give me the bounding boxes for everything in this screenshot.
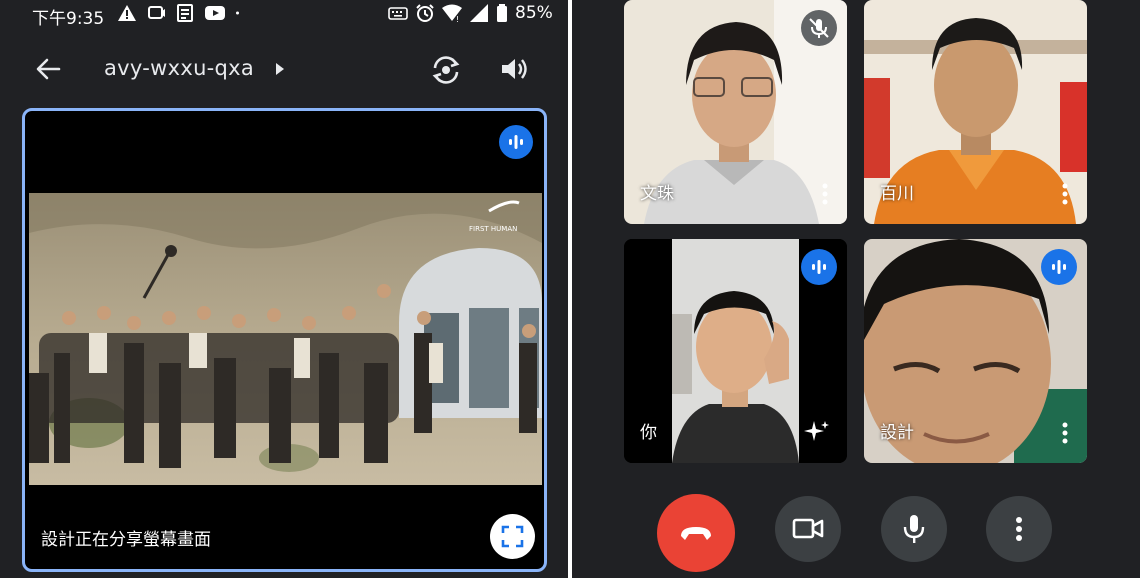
screen-share-tile[interactable]: FIRST HUMAN 設計正在分享螢幕畫面 (22, 108, 547, 572)
audio-wave-icon (1041, 249, 1077, 285)
back-arrow-icon[interactable] (33, 54, 63, 84)
dot-icon (236, 11, 239, 15)
camera-button[interactable] (775, 496, 841, 562)
keyboard-icon (388, 7, 408, 20)
screen-share-caption: 設計正在分享螢幕畫面 (41, 530, 211, 550)
participant-tile-2[interactable]: 百川 (864, 0, 1087, 224)
meeting-top-bar: avy-wxxu-qxa (0, 44, 568, 94)
participant-name: 文珠 (640, 184, 674, 204)
participant-tile-4[interactable]: 設計 (864, 239, 1087, 463)
more-vertical-icon (1016, 517, 1022, 541)
effects-sparkle-icon[interactable] (799, 413, 835, 449)
right-phone-screen: 文珠 百川 你 設計 (572, 0, 1140, 578)
alarm-icon (416, 4, 434, 22)
fullscreen-button[interactable] (490, 514, 535, 559)
call-controls-bar (572, 490, 1140, 572)
more-vertical-icon[interactable] (815, 180, 835, 208)
caret-right-icon[interactable] (274, 62, 286, 76)
participant-name: 你 (640, 423, 657, 443)
meeting-code[interactable]: avy-wxxu-qxa (104, 56, 254, 80)
hang-up-icon (681, 527, 711, 540)
audio-wave-icon (801, 249, 837, 285)
more-options-button[interactable] (986, 496, 1052, 562)
audio-wave-icon (499, 125, 533, 159)
end-call-button[interactable] (657, 494, 735, 572)
more-vertical-icon[interactable] (1055, 419, 1075, 447)
battery-percent: 85% (515, 3, 553, 23)
news-icon (177, 4, 193, 22)
wifi-icon: ! (442, 4, 462, 23)
left-phone-screen: 下午9:35 ! 85% avy-wxxu-qxa FIRST HUMAN 設計… (0, 0, 568, 578)
status-time: 下午9:35 (32, 9, 105, 29)
participant-name: 設計 (880, 423, 914, 443)
participant-tile-1[interactable]: 文珠 (624, 0, 847, 224)
svg-text:!: ! (456, 15, 459, 23)
warning-icon (118, 5, 136, 21)
video-camera-icon (792, 518, 824, 539)
switch-camera-icon[interactable] (429, 53, 463, 87)
shared-screen-image: FIRST HUMAN (29, 193, 542, 485)
battery-icon (497, 4, 507, 22)
participant-tile-self[interactable]: 你 (624, 239, 847, 463)
participant-name: 百川 (880, 184, 914, 204)
youtube-icon (205, 6, 225, 20)
microphone-button[interactable] (881, 496, 947, 562)
fullscreen-icon (501, 525, 524, 548)
speaker-icon[interactable] (498, 53, 530, 85)
muted-microphone-icon (801, 10, 837, 46)
svg-text:FIRST HUMAN: FIRST HUMAN (469, 225, 517, 233)
status-bar: 下午9:35 ! 85% (0, 0, 568, 30)
cast-icon (148, 6, 165, 19)
more-vertical-icon[interactable] (1055, 180, 1075, 208)
signal-icon (470, 4, 488, 22)
microphone-icon (903, 515, 925, 543)
